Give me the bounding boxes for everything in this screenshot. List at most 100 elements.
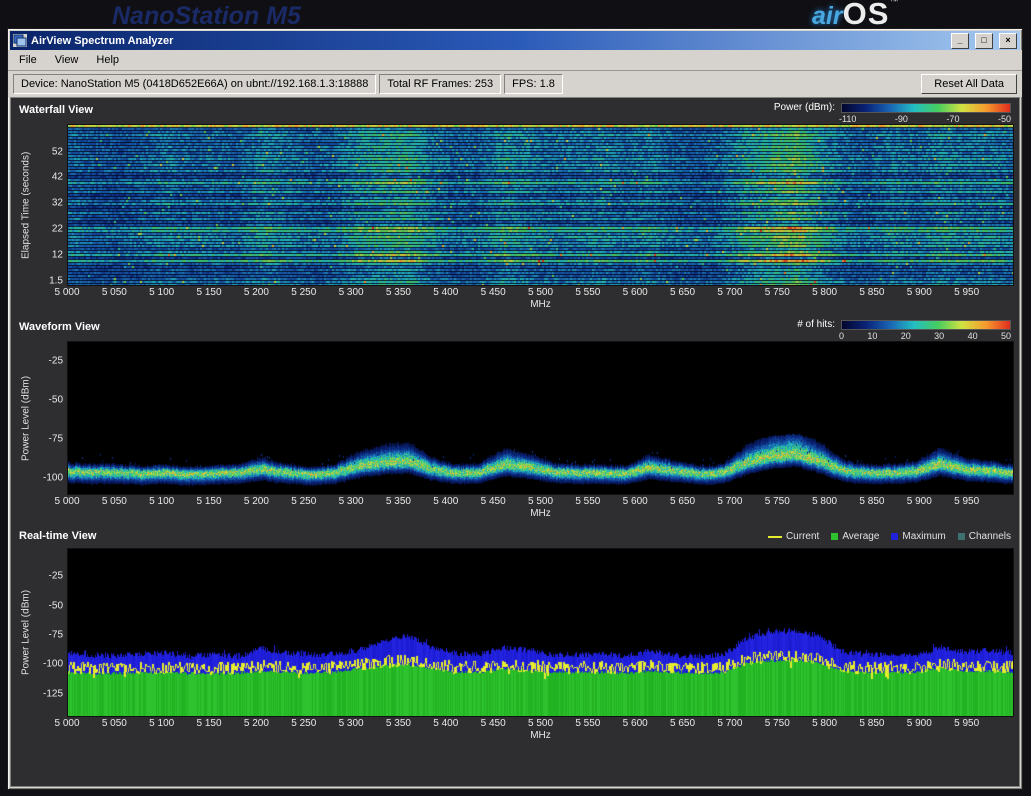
realtime-y-ticks: -25-50-75-100-125 [33, 548, 67, 717]
realtime-plot[interactable] [67, 548, 1014, 717]
x-tick-label: 5 750 [765, 287, 790, 298]
hits-scale-ticks: 01020304050 [839, 331, 1011, 341]
x-tick-label: 5 750 [765, 496, 790, 507]
background-device-heading: NanoStation M5 [112, 2, 301, 31]
maximize-button[interactable]: □ [975, 33, 993, 49]
x-tick-label: 5 950 [954, 718, 979, 729]
x-tick-label: 5 850 [859, 287, 884, 298]
status-bar: Device: NanoStation M5 (0418D652E66A) on… [8, 71, 1022, 97]
minimize-button[interactable]: _ [951, 33, 969, 49]
x-tick-label: 5 350 [386, 287, 411, 298]
x-tick-label: 5 500 [528, 718, 553, 729]
x-tick-label: 5 000 [54, 287, 79, 298]
x-tick-label: 5 550 [575, 496, 600, 507]
waveform-canvas[interactable] [68, 342, 1013, 494]
x-tick-label: 5 900 [907, 287, 932, 298]
waveform-y-ticks: -25-50-75-100 [33, 341, 67, 495]
realtime-view-title: Real-time View [19, 528, 96, 542]
x-tick-label: 5 750 [765, 718, 790, 729]
main-content: Waterfall View Power (dBm): -110-90-70-5… [10, 97, 1020, 787]
x-tick-label: 5 400 [433, 718, 458, 729]
y-tick-label: 32 [52, 198, 63, 209]
window-titlebar[interactable]: AirView Spectrum Analyzer _ □ × [10, 31, 1020, 50]
menu-help[interactable]: Help [87, 52, 128, 68]
x-tick-label: 5 600 [623, 287, 648, 298]
power-gradient-bar [841, 103, 1011, 113]
waterfall-y-ticks: 52423222121.5 [33, 124, 67, 286]
waveform-view-panel: Waveform View # of hits: 01020304050 Pow… [19, 319, 1011, 522]
waterfall-view-panel: Waterfall View Power (dBm): -110-90-70-5… [19, 102, 1011, 313]
x-tick-label: 5 200 [244, 496, 269, 507]
x-tick-label: 5 450 [481, 287, 506, 298]
y-tick-label: -100 [43, 473, 63, 484]
menu-view[interactable]: View [46, 52, 88, 68]
waterfall-canvas[interactable] [68, 125, 1013, 285]
x-tick-label: 5 000 [54, 496, 79, 507]
app-icon [13, 34, 27, 47]
close-button[interactable]: × [999, 33, 1017, 49]
airos-logo-air: air [812, 2, 843, 30]
realtime-legend: Current Average Maximum Channels [768, 528, 1011, 542]
scale-tick-label: 20 [901, 331, 911, 341]
x-tick-label: 5 600 [623, 718, 648, 729]
hits-scale-legend: # of hits: 01020304050 [797, 319, 1011, 341]
x-tick-label: 5 650 [670, 496, 695, 507]
current-swatch-icon [768, 536, 782, 538]
realtime-view-panel: Real-time View Current Average Maximum Chan… [19, 528, 1011, 744]
y-tick-label: -25 [49, 571, 63, 582]
realtime-canvas[interactable] [68, 549, 1013, 716]
x-tick-label: 5 800 [812, 496, 837, 507]
x-tick-label: 5 800 [812, 287, 837, 298]
legend-item-label: Channels [969, 531, 1011, 542]
menu-file[interactable]: File [10, 52, 46, 68]
waveform-plot[interactable] [67, 341, 1014, 495]
scale-tick-label: -110 [839, 114, 856, 124]
realtime-y-axis-label: Power Level (dBm) [19, 548, 33, 717]
x-tick-label: 5 950 [954, 496, 979, 507]
waveform-x-axis-label: MHz [67, 508, 1014, 522]
x-tick-label: 5 250 [291, 718, 316, 729]
hits-scale-label: # of hits: [797, 319, 835, 330]
reset-all-data-button[interactable]: Reset All Data [921, 74, 1017, 94]
y-tick-label: -50 [49, 394, 63, 405]
legend-item-average: Average [831, 531, 879, 542]
rf-frames-status: Total RF Frames: 253 [379, 74, 501, 94]
x-tick-label: 5 700 [717, 496, 742, 507]
x-tick-label: 5 850 [859, 718, 884, 729]
x-tick-label: 5 350 [386, 496, 411, 507]
x-tick-label: 5 450 [481, 496, 506, 507]
x-tick-label: 5 100 [149, 287, 174, 298]
waterfall-plot[interactable] [67, 124, 1014, 286]
x-tick-label: 5 900 [907, 496, 932, 507]
x-tick-label: 5 300 [339, 496, 364, 507]
legend-item-label: Maximum [902, 531, 945, 542]
legend-item-current: Current [768, 531, 819, 542]
legend-item-label: Average [842, 531, 879, 542]
realtime-x-axis-label: MHz [67, 730, 1014, 744]
x-tick-label: 5 850 [859, 496, 884, 507]
waveform-y-axis-label: Power Level (dBm) [19, 341, 33, 495]
y-tick-label: 1.5 [49, 276, 63, 287]
x-tick-label: 5 000 [54, 718, 79, 729]
scale-tick-label: 30 [934, 331, 944, 341]
x-tick-label: 5 100 [149, 718, 174, 729]
scale-tick-label: -90 [895, 114, 908, 124]
airos-logo-tm: ™ [889, 0, 898, 6]
x-tick-label: 5 950 [954, 287, 979, 298]
y-tick-label: 52 [52, 146, 63, 157]
scale-tick-label: 50 [1001, 331, 1011, 341]
x-tick-label: 5 900 [907, 718, 932, 729]
x-tick-label: 5 600 [623, 496, 648, 507]
x-tick-label: 5 400 [433, 496, 458, 507]
x-tick-label: 5 450 [481, 718, 506, 729]
average-swatch-icon [831, 533, 838, 540]
fps-status: FPS: 1.8 [504, 74, 563, 94]
x-tick-label: 5 200 [244, 287, 269, 298]
x-tick-label: 5 150 [197, 496, 222, 507]
power-scale-label: Power (dBm): [774, 102, 835, 113]
x-tick-label: 5 700 [717, 718, 742, 729]
x-tick-label: 5 500 [528, 287, 553, 298]
y-tick-label: -100 [43, 659, 63, 670]
waterfall-x-axis-label: MHz [67, 299, 1014, 313]
x-tick-label: 5 300 [339, 718, 364, 729]
